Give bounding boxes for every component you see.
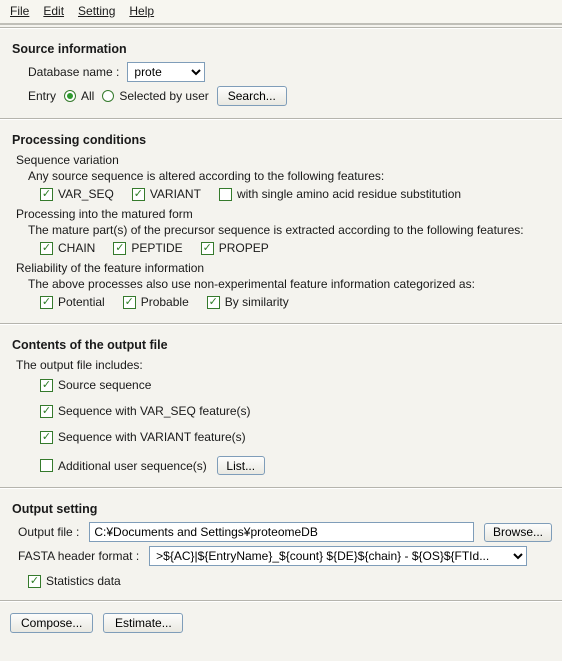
processing-title: Processing conditions: [12, 133, 552, 147]
mature-subtitle: Processing into the matured form: [16, 207, 552, 221]
database-name-label: Database name :: [28, 65, 119, 79]
varseq-seq-checkbox[interactable]: ✓Sequence with VAR_SEQ feature(s): [40, 404, 552, 418]
seqvar-desc: Any source sequence is altered according…: [28, 169, 552, 183]
mature-desc: The mature part(s) of the precursor sequ…: [28, 223, 552, 237]
search-button[interactable]: Search...: [217, 86, 287, 106]
menu-file[interactable]: File: [6, 3, 33, 19]
fasta-format-select[interactable]: >${AC}|${EntryName}_${count} ${DE}${chai…: [149, 546, 527, 566]
similarity-label: By similarity: [225, 295, 289, 309]
peptide-label: PEPTIDE: [131, 241, 182, 255]
list-button[interactable]: List...: [217, 456, 265, 475]
propep-label: PROPEP: [219, 241, 269, 255]
probable-label: Probable: [141, 295, 189, 309]
similarity-checkbox[interactable]: ✓By similarity: [207, 295, 289, 309]
menu-help[interactable]: Help: [125, 3, 158, 19]
divider: [0, 323, 562, 325]
user-seq-checkbox[interactable]: ✓Additional user sequence(s): [40, 459, 207, 473]
entry-all-label: All: [81, 89, 94, 103]
divider: [0, 487, 562, 489]
peptide-checkbox[interactable]: ✓PEPTIDE: [113, 241, 182, 255]
entry-all-radio[interactable]: All: [64, 89, 94, 103]
probable-checkbox[interactable]: ✓Probable: [123, 295, 189, 309]
compose-button[interactable]: Compose...: [10, 613, 93, 633]
src-seq-label: Source sequence: [58, 378, 151, 392]
entry-selected-label: Selected by user: [119, 89, 208, 103]
browse-button[interactable]: Browse...: [484, 523, 552, 542]
stats-checkbox[interactable]: ✓Statistics data: [28, 574, 121, 588]
output-title: Output setting: [12, 502, 552, 516]
reliability-subtitle: Reliability of the feature information: [16, 261, 552, 275]
entry-label: Entry: [28, 89, 56, 103]
variant-checkbox[interactable]: ✓VARIANT: [132, 187, 201, 201]
chain-label: CHAIN: [58, 241, 95, 255]
menu-edit[interactable]: Edit: [39, 3, 68, 19]
section-contents: Contents of the output file The output f…: [0, 328, 562, 485]
variant-seq-checkbox[interactable]: ✓Sequence with VARIANT feature(s): [40, 430, 552, 444]
database-name-select[interactable]: prote: [127, 62, 205, 82]
contents-title: Contents of the output file: [12, 338, 552, 352]
chain-checkbox[interactable]: ✓CHAIN: [40, 241, 95, 255]
variant-label: VARIANT: [150, 187, 201, 201]
contents-desc: The output file includes:: [16, 358, 552, 372]
divider: [0, 600, 562, 602]
potential-label: Potential: [58, 295, 105, 309]
stats-label: Statistics data: [46, 574, 121, 588]
subst-checkbox[interactable]: ✓with single amino acid residue substitu…: [219, 187, 461, 201]
src-seq-checkbox[interactable]: ✓Source sequence: [40, 378, 552, 392]
variant-seq-label: Sequence with VARIANT feature(s): [58, 430, 246, 444]
estimate-button[interactable]: Estimate...: [103, 613, 183, 633]
propep-checkbox[interactable]: ✓PROPEP: [201, 241, 269, 255]
output-file-label: Output file :: [18, 525, 79, 539]
section-output: Output setting Output file : Browse... F…: [0, 492, 562, 598]
seqvar-subtitle: Sequence variation: [16, 153, 552, 167]
user-seq-label: Additional user sequence(s): [58, 459, 207, 473]
subst-label: with single amino acid residue substitut…: [237, 187, 461, 201]
divider: [0, 118, 562, 120]
reliability-desc: The above processes also use non-experim…: [28, 277, 552, 291]
divider: [0, 27, 562, 29]
section-processing: Processing conditions Sequence variation…: [0, 123, 562, 321]
menu-setting[interactable]: Setting: [74, 3, 119, 19]
varseq-label: VAR_SEQ: [58, 187, 114, 201]
entry-selected-radio[interactable]: Selected by user: [102, 89, 208, 103]
source-title: Source information: [12, 42, 552, 56]
fasta-format-label: FASTA header format :: [18, 549, 139, 563]
menubar: File Edit Setting Help: [0, 0, 562, 25]
section-source: Source information Database name : prote…: [0, 32, 562, 116]
varseq-seq-label: Sequence with VAR_SEQ feature(s): [58, 404, 251, 418]
output-file-input[interactable]: [89, 522, 474, 542]
varseq-checkbox[interactable]: ✓VAR_SEQ: [40, 187, 114, 201]
potential-checkbox[interactable]: ✓Potential: [40, 295, 105, 309]
footer: Compose... Estimate...: [0, 605, 562, 641]
